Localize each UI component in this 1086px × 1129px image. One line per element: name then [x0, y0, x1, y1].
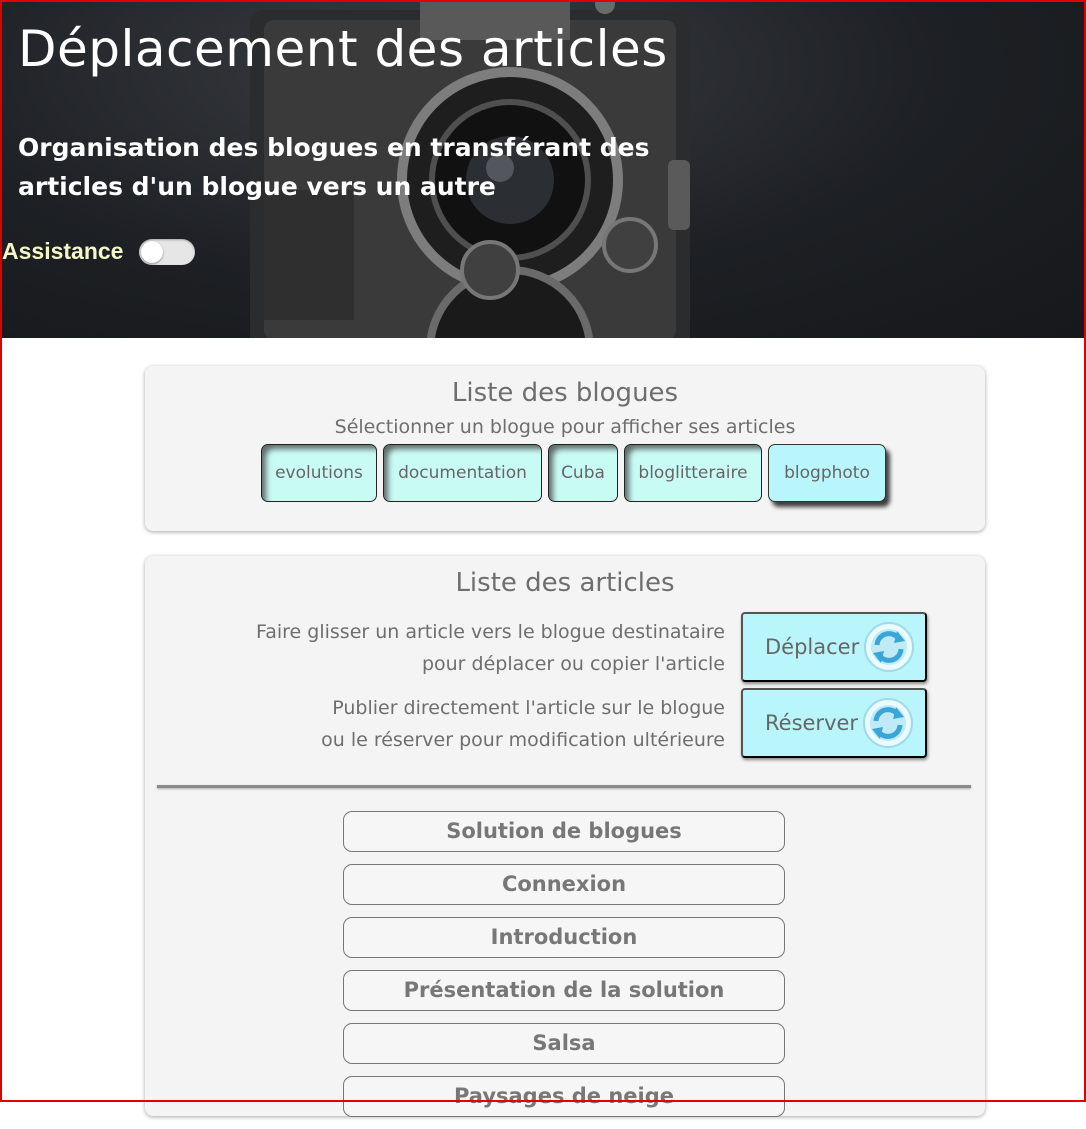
publish-instructions: Publier directement l'article sur le blo…: [321, 692, 725, 756]
move-instruction-line-2: pour déplacer ou copier l'article: [421, 653, 725, 675]
assistance-label: Assistance: [2, 238, 124, 264]
article-item-salsa[interactable]: Salsa: [343, 1023, 785, 1064]
blog-button-bloglitteraire[interactable]: bloglitteraire: [624, 444, 762, 502]
article-list: Solution de blogues Connexion Introducti…: [343, 811, 785, 1129]
toggle-knob: [141, 240, 164, 263]
publish-instruction-line-2: ou le réserver pour modification ultérie…: [321, 729, 725, 751]
blogs-panel-subtitle: Sélectionner un blogue pour afficher ses…: [334, 416, 796, 438]
section-divider: [157, 785, 971, 788]
articles-panel: Liste des articles Faire glisser un arti…: [145, 556, 985, 1117]
publish-instruction-line-1: Publier directement l'article sur le blo…: [332, 697, 725, 719]
move-button[interactable]: Déplacer: [741, 612, 927, 682]
move-button-label: Déplacer: [765, 635, 860, 659]
blog-button-blogphoto[interactable]: blogphoto: [768, 444, 886, 502]
assistance-toggle[interactable]: [139, 238, 196, 265]
article-item-paysages-de-neige[interactable]: Paysages de neige: [343, 1076, 785, 1117]
blog-list: evolutions documentation Cuba bloglitter…: [261, 444, 886, 502]
reserve-button[interactable]: Réserver: [741, 688, 927, 758]
article-item-connexion[interactable]: Connexion: [343, 864, 785, 905]
page-title: Déplacement des articles: [18, 20, 668, 78]
page-subtitle: Organisation des blogues en transférant …: [18, 133, 650, 201]
article-item-introduction[interactable]: Introduction: [343, 917, 785, 958]
articles-panel-title: Liste des articles: [455, 568, 675, 598]
refresh-icon: [863, 698, 914, 748]
blog-button-documentation[interactable]: documentation: [383, 444, 542, 502]
article-item-presentation[interactable]: Présentation de la solution: [343, 970, 785, 1011]
article-item-solution-de-blogues[interactable]: Solution de blogues: [343, 811, 785, 852]
refresh-icon: [864, 622, 915, 672]
blog-button-cuba[interactable]: Cuba: [548, 444, 618, 502]
hero-header: Déplacement des articles Organisation de…: [0, 0, 1086, 338]
assistance-control: Assistance: [2, 238, 196, 265]
blog-button-evolutions[interactable]: evolutions: [261, 444, 377, 502]
blogs-panel-title: Liste des blogues: [451, 378, 679, 408]
reserve-button-label: Réserver: [765, 711, 859, 735]
move-instruction-line-1: Faire glisser un article vers le blogue …: [256, 621, 725, 643]
blogs-panel: Liste des blogues Sélectionner un blogue…: [145, 366, 985, 531]
move-instructions: Faire glisser un article vers le blogue …: [256, 616, 725, 680]
